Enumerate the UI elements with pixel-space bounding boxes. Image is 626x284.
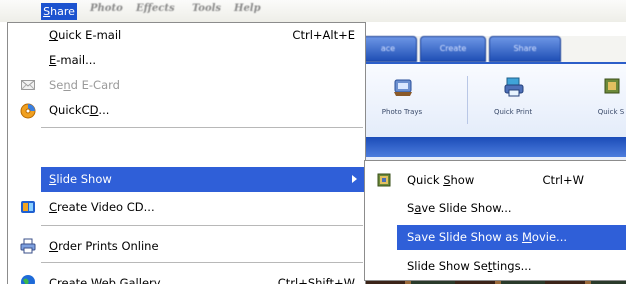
toolbar-separator bbox=[467, 76, 468, 124]
menu-share[interactable]: Share bbox=[41, 3, 77, 20]
menu-item-order-prints-online[interactable]: Order Prints Online bbox=[8, 234, 365, 259]
menu-item-email[interactable]: E-mail... bbox=[8, 48, 365, 73]
quick-print-icon bbox=[504, 77, 524, 97]
shortcut-label: Ctrl+Alt+E bbox=[292, 28, 355, 42]
tab-strip: ace Create Share bbox=[359, 36, 626, 62]
quick-print-button[interactable]: Quick Print bbox=[481, 72, 545, 132]
tab-workspace[interactable]: ace bbox=[359, 36, 417, 62]
share-menu: Quick E-mail Ctrl+Alt+E E-mail... Send E… bbox=[7, 22, 366, 284]
menu-photo[interactable]: Photo bbox=[90, 3, 123, 19]
slide-show-submenu: Quick Show Ctrl+W Save Slide Show... Sav… bbox=[364, 160, 626, 281]
tab-create[interactable]: Create bbox=[420, 36, 486, 62]
menu-item-create-web-gallery[interactable]: Create Web Gallery Ctrl+Shift+W bbox=[8, 271, 365, 284]
quick-share-button[interactable]: Quick S bbox=[579, 72, 626, 132]
menu-help[interactable]: Help bbox=[234, 3, 261, 19]
menu-effects[interactable]: Effects bbox=[136, 3, 175, 19]
slideshow-icon bbox=[377, 173, 391, 187]
printer-icon bbox=[20, 238, 36, 254]
submenu-item-quick-show[interactable]: Quick Show Ctrl+W bbox=[365, 168, 626, 193]
menu-bar: Share Photo Effects Tools Help bbox=[0, 0, 626, 22]
menu-separator bbox=[41, 262, 363, 263]
globe-icon bbox=[21, 275, 35, 284]
menu-separator bbox=[41, 225, 363, 226]
submenu-item-slide-show-settings[interactable]: Slide Show Settings... bbox=[365, 254, 626, 279]
menu-item-send-ecard: Send E-Card bbox=[8, 73, 365, 98]
photo-trays-icon bbox=[394, 79, 412, 96]
envelope-icon bbox=[21, 80, 35, 90]
menu-item-quick-email[interactable]: Quick E-mail Ctrl+Alt+E bbox=[8, 23, 365, 48]
shortcut-label: Ctrl+W bbox=[542, 173, 584, 187]
shortcut-label: Ctrl+Shift+W bbox=[277, 276, 355, 284]
menu-item-quickcd[interactable]: QuickCD... bbox=[8, 98, 365, 123]
organizer-header-band bbox=[365, 137, 626, 157]
menu-item-create-video-cd[interactable]: Create Video CD... bbox=[8, 195, 365, 220]
quick-share-icon bbox=[604, 78, 620, 94]
video-cd-icon bbox=[21, 201, 35, 213]
submenu-item-save-as-movie[interactable]: Save Slide Show as Movie... bbox=[397, 225, 626, 250]
menu-separator bbox=[41, 127, 363, 128]
submenu-item-save-slide-show[interactable]: Save Slide Show... bbox=[365, 196, 626, 221]
menu-tools[interactable]: Tools bbox=[192, 3, 221, 19]
toolbar: Photo Trays Quick Print Quick S bbox=[365, 62, 626, 137]
submenu-arrow-icon bbox=[352, 175, 357, 183]
tab-share[interactable]: Share bbox=[489, 36, 561, 62]
photo-trays-button[interactable]: Photo Trays bbox=[370, 72, 434, 132]
menu-item-slide-show[interactable]: Slide Show bbox=[41, 167, 365, 192]
cd-icon bbox=[20, 103, 36, 119]
